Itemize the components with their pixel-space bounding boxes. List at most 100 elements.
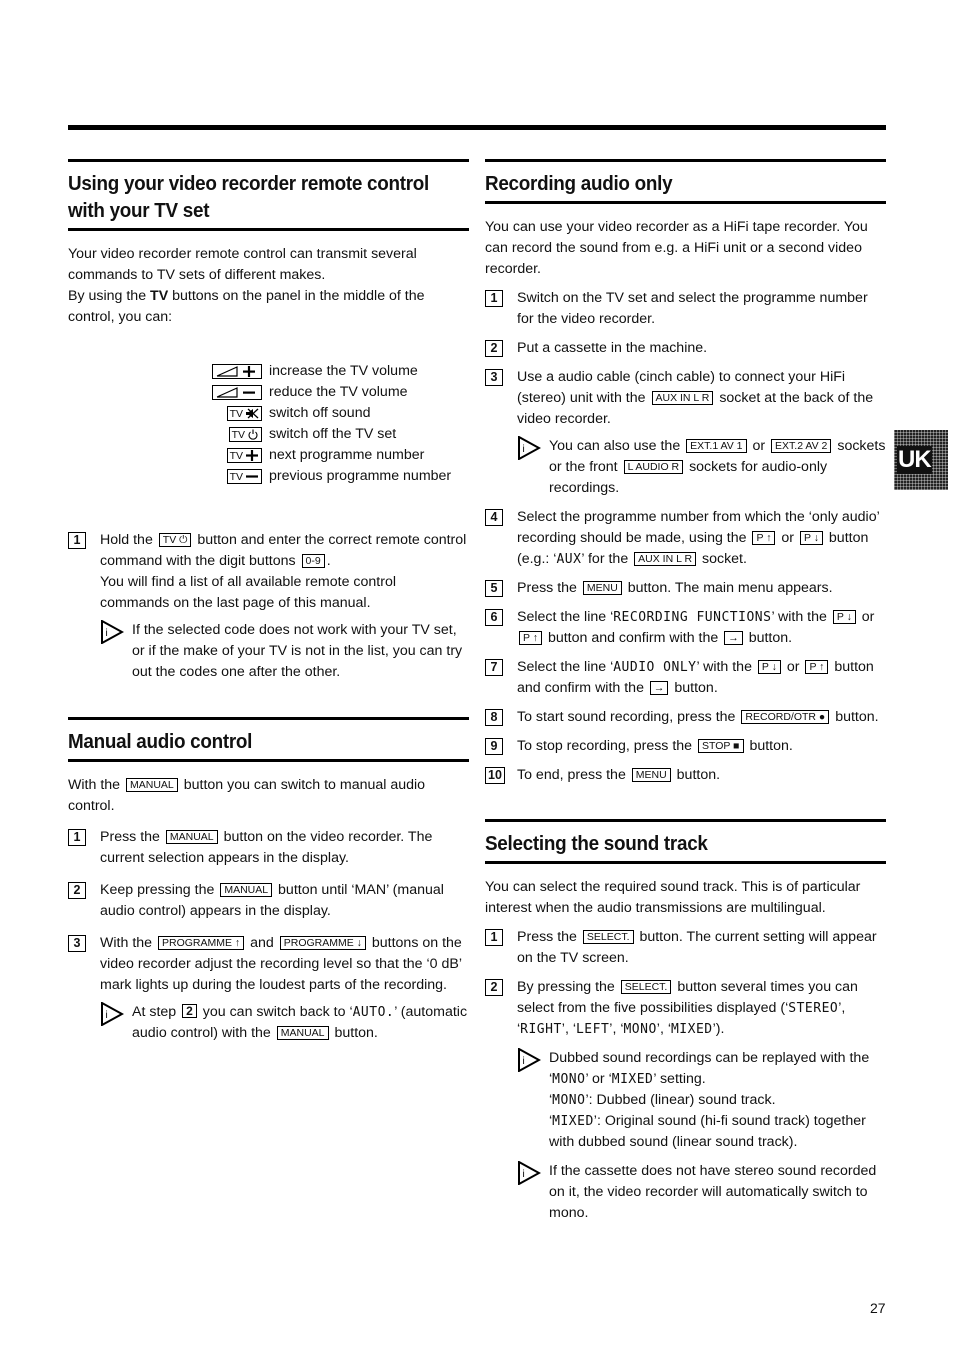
tv-button-row: TV previous programme number bbox=[212, 466, 469, 487]
step-item: 4 Select the programme number from which… bbox=[485, 507, 886, 570]
info-icon: i bbox=[101, 1002, 124, 1026]
manual-key: MANUAL bbox=[126, 778, 178, 792]
step-item: 1 Press the MANUAL button on the video r… bbox=[68, 827, 469, 869]
p-up-key: P ↑ bbox=[805, 660, 829, 674]
section-sound-track: Selecting the sound track You can select… bbox=[485, 819, 886, 1224]
volume-down-icon bbox=[212, 385, 262, 400]
step-item: 10 To end, press the MENU button. bbox=[485, 765, 886, 786]
step-number: 1 bbox=[68, 829, 86, 846]
step-number: 3 bbox=[485, 369, 503, 386]
top-rule bbox=[68, 125, 886, 130]
svg-text:i: i bbox=[523, 1056, 525, 1067]
volume-up-icon bbox=[212, 364, 262, 379]
intro-text: Your video recorder remote control can t… bbox=[68, 246, 425, 325]
step-item: 1 Hold the TV ⏻ button and enter the cor… bbox=[68, 530, 469, 614]
section-recording-audio: Recording audio only You can use your vi… bbox=[485, 159, 886, 786]
step-item: 2 Keep pressing the MANUAL button until … bbox=[68, 880, 469, 922]
step-number: 4 bbox=[485, 509, 503, 526]
step-item: 9 To stop recording, press the STOP ■ bu… bbox=[485, 736, 886, 757]
info-icon: i bbox=[518, 1161, 541, 1185]
step-number: 6 bbox=[485, 609, 503, 626]
aux-in-key: AUX IN L R bbox=[651, 391, 714, 405]
ext1-key: EXT.1 AV 1 bbox=[686, 439, 747, 453]
section-manual-audio: Manual audio control With the MANUAL but… bbox=[68, 717, 469, 1044]
ext2-key: EXT.2 AV 2 bbox=[771, 439, 832, 453]
step-number: 2 bbox=[485, 979, 503, 996]
select-key: SELECT. bbox=[582, 930, 634, 944]
step-item: 8 To start sound recording, press the RE… bbox=[485, 707, 886, 728]
info-note: i You can also use the EXT.1 AV 1 or EXT… bbox=[517, 436, 886, 499]
info-icon: i bbox=[101, 620, 124, 644]
channel-down-icon: TV bbox=[226, 469, 262, 484]
p-down-key: P ↓ bbox=[757, 660, 781, 674]
p-down-key: P ↓ bbox=[832, 610, 856, 624]
svg-text:i: i bbox=[523, 444, 525, 455]
tv-button-row: TV switch off the TV set bbox=[212, 424, 469, 445]
section-title: Manual audio control bbox=[68, 717, 469, 762]
section-title: Using your video recorder remote control… bbox=[68, 159, 469, 231]
arrow-right-icon: → bbox=[724, 631, 743, 645]
intro-text: You can use your video recorder as a HiF… bbox=[485, 219, 868, 277]
section-remote-tv: Using your video recorder remote control… bbox=[68, 159, 469, 683]
select-key: SELECT. bbox=[620, 980, 672, 994]
manual-key: MANUAL bbox=[220, 883, 273, 897]
step-item: 3 With the PROGRAMME ↑ and PROGRAMME ↓ b… bbox=[68, 933, 469, 996]
programme-up-key: PROGRAMME ↑ bbox=[158, 936, 245, 950]
section-title: Recording audio only bbox=[485, 159, 886, 204]
section-title: Selecting the sound track bbox=[485, 819, 886, 864]
arrow-right-icon: → bbox=[649, 681, 669, 695]
step-item: 1 Press the SELECT. button. The current … bbox=[485, 927, 886, 969]
mute-icon: TV bbox=[226, 406, 262, 421]
step-number: 1 bbox=[68, 532, 86, 549]
step-item: 2 By pressing the SELECT. button several… bbox=[485, 977, 886, 1040]
info-note: i If the cassette does not have stereo s… bbox=[517, 1161, 886, 1224]
step-number: 10 bbox=[485, 767, 505, 784]
step-item: 3 Use a audio cable (cinch cable) to con… bbox=[485, 367, 886, 430]
info-note: i If the selected code does not work wit… bbox=[100, 620, 469, 683]
info-icon: i bbox=[518, 1048, 541, 1072]
info-note: i At step 2 you can switch back to ‘AUTO… bbox=[100, 1002, 469, 1044]
record-key: RECORD/OTR ● bbox=[741, 710, 830, 724]
step-number: 1 bbox=[485, 290, 503, 307]
menu-key: MENU bbox=[582, 581, 622, 595]
tv-button-row: reduce the TV volume bbox=[212, 382, 469, 403]
tv-button-row: TV switch off sound bbox=[212, 403, 469, 424]
audio-lr-key: L AUDIO R bbox=[623, 460, 684, 474]
manual-key: MANUAL bbox=[165, 830, 218, 844]
tv-button-row: increase the TV volume bbox=[212, 361, 469, 382]
p-up-key: P ↑ bbox=[519, 631, 542, 645]
tv-button-list: increase the TV volume reduce the TV vol… bbox=[212, 361, 469, 487]
step-ref: 2 bbox=[182, 1004, 197, 1018]
page-number: 27 bbox=[870, 1300, 886, 1316]
step-number: 7 bbox=[485, 659, 503, 676]
svg-text:i: i bbox=[523, 1169, 525, 1180]
info-icon: i bbox=[518, 436, 541, 460]
step-item: 2 Put a cassette in the machine. bbox=[485, 338, 886, 359]
tv-power-key: TV ⏻ bbox=[158, 533, 192, 547]
step-number: 2 bbox=[68, 882, 86, 899]
channel-up-icon: TV bbox=[226, 448, 262, 463]
tv-button-row: TV next programme number bbox=[212, 445, 469, 466]
step-item: 6 Select the line ‘RECORDING FUNCTIONS’ … bbox=[485, 607, 886, 649]
power-icon: TV bbox=[228, 427, 262, 442]
right-column: Recording audio only You can use your vi… bbox=[485, 159, 886, 1224]
aux-in-key: AUX IN L R bbox=[634, 552, 697, 566]
step-item: 7 Select the line ‘AUDIO ONLY’ with the … bbox=[485, 657, 886, 699]
manual-key: MANUAL bbox=[276, 1026, 329, 1040]
intro-text: With the MANUAL button you can switch to… bbox=[68, 777, 426, 814]
p-up-key: P ↑ bbox=[752, 531, 776, 545]
step-number: 2 bbox=[485, 340, 503, 357]
svg-text:i: i bbox=[106, 628, 108, 639]
step-number: 1 bbox=[485, 929, 503, 946]
step-number: 9 bbox=[485, 738, 503, 755]
step-number: 5 bbox=[485, 580, 503, 597]
menu-key: MENU bbox=[631, 768, 671, 782]
digit-key: 0-9 bbox=[301, 554, 325, 568]
step-item: 1 Switch on the TV set and select the pr… bbox=[485, 288, 886, 330]
intro-text: You can select the required sound track.… bbox=[485, 879, 861, 916]
p-down-key: P ↓ bbox=[799, 531, 823, 545]
info-note: i Dubbed sound recordings can be replaye… bbox=[517, 1048, 886, 1153]
programme-down-key: PROGRAMME ↓ bbox=[279, 936, 366, 950]
step-item: 5 Press the MENU button. The main menu a… bbox=[485, 578, 886, 599]
stop-key: STOP ■ bbox=[698, 739, 744, 753]
